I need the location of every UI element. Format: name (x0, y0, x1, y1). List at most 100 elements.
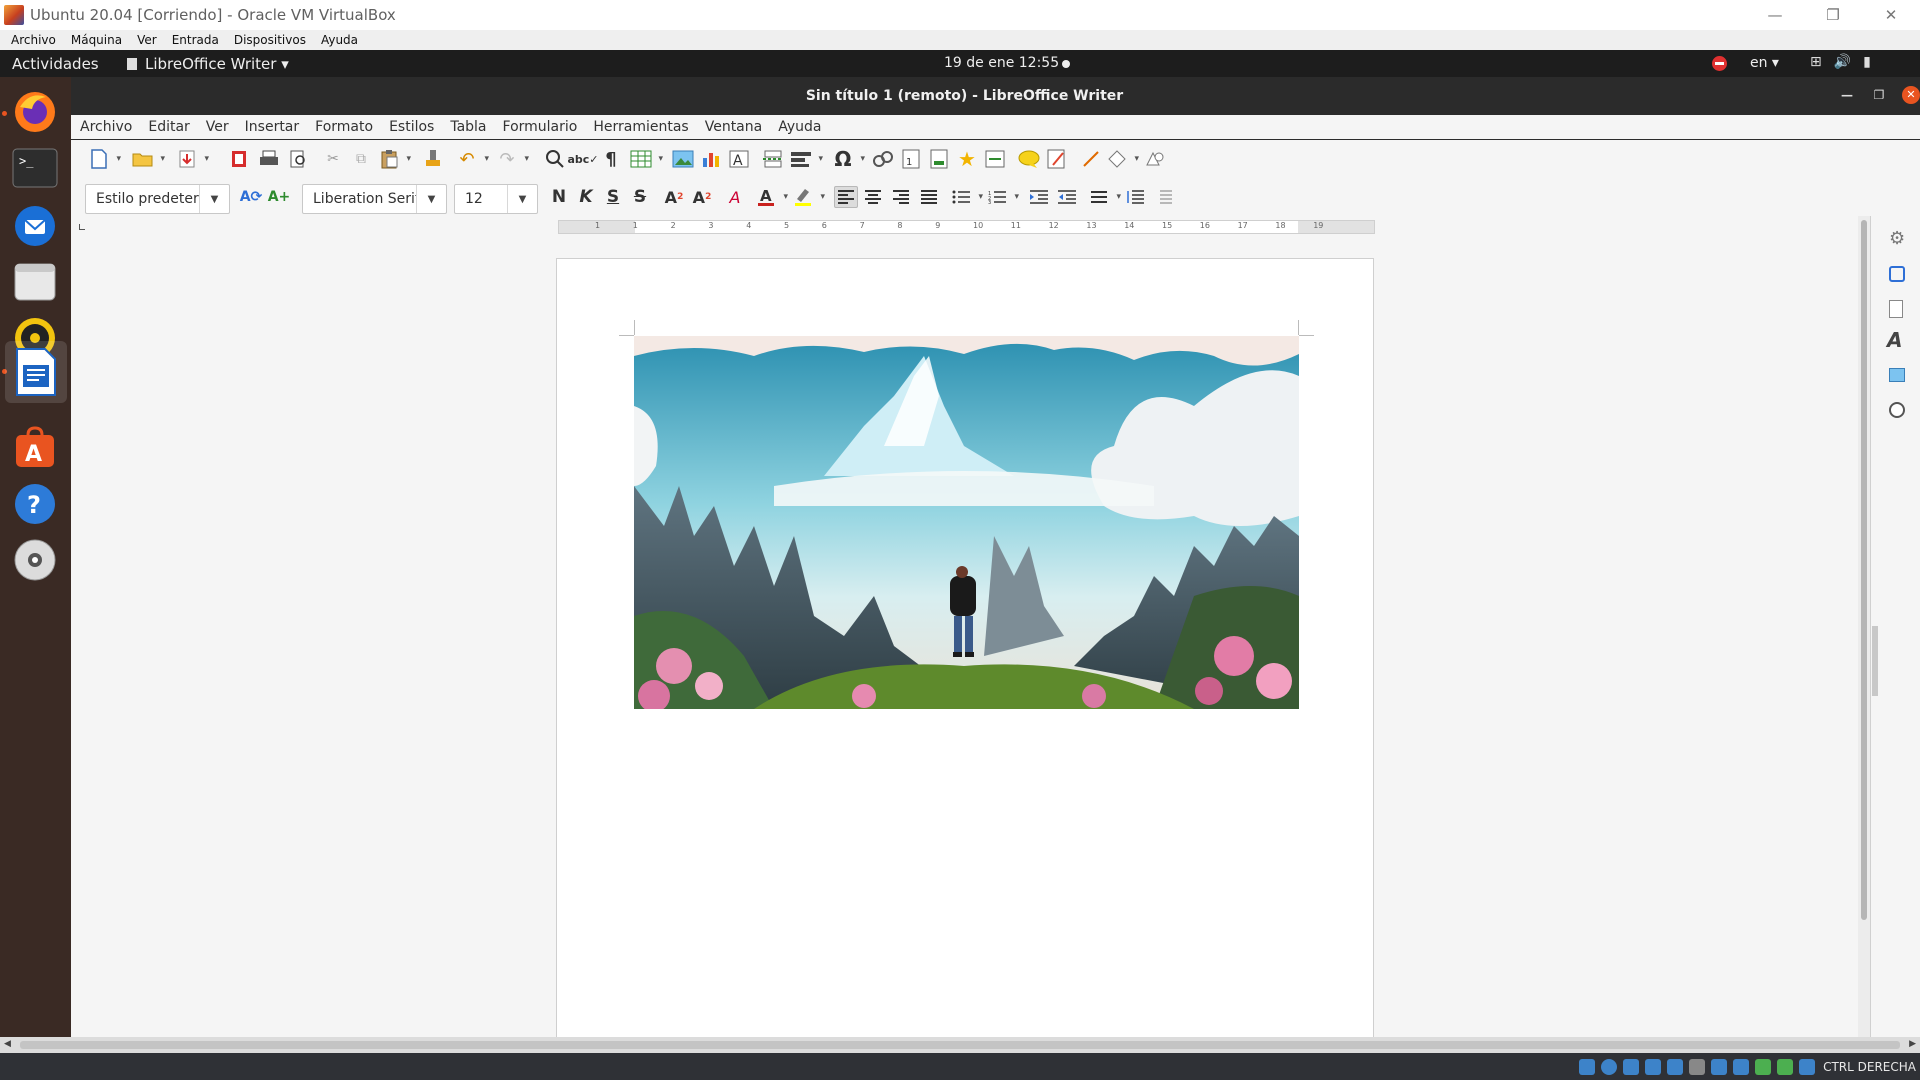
audio-icon[interactable] (1623, 1058, 1640, 1075)
sidebar-styles-icon[interactable]: A (1887, 328, 1902, 352)
update-style-icon[interactable]: A⟳ (239, 186, 263, 208)
scrollbar-thumb[interactable] (20, 1041, 1900, 1049)
thunderbird-icon[interactable] (10, 201, 60, 251)
help-icon[interactable]: ? (10, 479, 60, 529)
line-spacing-icon[interactable] (1087, 186, 1121, 208)
menu-formulario[interactable]: Formulario (503, 119, 578, 135)
align-right-icon[interactable] (889, 186, 913, 208)
font-color-icon[interactable]: A (754, 186, 788, 208)
menu-tabla[interactable]: Tabla (450, 119, 486, 135)
optical-drive-icon[interactable] (1601, 1058, 1618, 1075)
italic-icon[interactable]: K (574, 186, 598, 208)
redo-icon[interactable]: ↷ (495, 148, 529, 170)
font-size-combo[interactable]: 12 ▼ (454, 184, 538, 214)
vbox-menu-dispositivos[interactable]: Dispositivos (234, 33, 306, 47)
export-pdf-icon[interactable] (227, 148, 251, 170)
basic-shapes-icon[interactable] (1105, 148, 1139, 170)
chevron-down-icon[interactable]: ▼ (199, 185, 229, 213)
cpu-activity-icon[interactable] (1777, 1058, 1794, 1075)
insert-cross-reference-icon[interactable] (983, 148, 1007, 170)
guest-additions-icon[interactable] (1755, 1058, 1772, 1075)
paragraph-style-combo[interactable]: Estilo predeterminado ▼ (85, 184, 230, 214)
software-icon[interactable]: A (10, 423, 60, 473)
writer-close-button[interactable]: ✕ (1902, 86, 1920, 104)
firefox-icon[interactable] (10, 87, 60, 137)
tab-stop-type-icon[interactable] (79, 224, 85, 230)
files-icon[interactable] (10, 257, 60, 307)
insert-page-break-icon[interactable] (761, 148, 785, 170)
chevron-down-icon[interactable]: ▼ (416, 185, 446, 213)
sidebar-page-icon[interactable] (1889, 300, 1903, 318)
draw-functions-icon[interactable] (1143, 148, 1167, 170)
formatting-marks-icon[interactable]: ¶ (599, 148, 623, 170)
network-adapter-icon[interactable] (1645, 1058, 1662, 1075)
justify-icon[interactable] (917, 186, 941, 208)
horizontal-ruler[interactable]: 1 1 2 3 4 5 6 7 8 9 10 11 12 13 14 15 16 17 18 19 (558, 220, 1375, 234)
menu-ayuda[interactable]: Ayuda (778, 119, 821, 135)
sidebar-settings-icon[interactable]: ⚙ (1889, 228, 1905, 249)
vbox-menu-maquina[interactable]: Máquina (71, 33, 122, 47)
insert-bookmark-icon[interactable]: ★ (955, 147, 979, 171)
new-style-icon[interactable]: A+ (267, 186, 291, 208)
numbered-list-icon[interactable]: 123 (985, 186, 1019, 208)
bullet-list-icon[interactable] (949, 186, 983, 208)
decrease-paragraph-spacing-icon[interactable] (1151, 186, 1175, 208)
mouse-integration-icon[interactable] (1799, 1058, 1816, 1075)
insert-image-icon[interactable] (671, 148, 695, 170)
hard-disk-icon[interactable] (1579, 1058, 1596, 1075)
paste-icon[interactable] (377, 148, 411, 170)
open-folder-icon[interactable] (131, 148, 165, 170)
insert-chart-icon[interactable] (699, 148, 723, 170)
clock[interactable]: 19 de ene 12:55 (944, 55, 1059, 71)
increase-indent-icon[interactable] (1027, 186, 1051, 208)
document-area[interactable] (71, 238, 1858, 1037)
horizontal-scrollbar[interactable]: ◀ ▶ (0, 1037, 1920, 1053)
clear-formatting-icon[interactable]: A (723, 186, 747, 208)
writer-icon[interactable] (5, 341, 67, 403)
scrollbar-thumb[interactable] (1861, 220, 1867, 920)
save-icon[interactable] (175, 148, 209, 170)
insert-table-icon[interactable] (629, 148, 663, 170)
insert-textbox-icon[interactable]: A (727, 148, 751, 170)
chevron-down-icon[interactable]: ▼ (507, 185, 537, 213)
display-icon[interactable] (1711, 1058, 1728, 1075)
bold-icon[interactable]: N (547, 186, 571, 208)
menu-herramientas[interactable]: Herramientas (593, 119, 688, 135)
menu-insertar[interactable]: Insertar (245, 119, 300, 135)
writer-maximize-button[interactable]: ❐ (1870, 88, 1888, 102)
terminal-icon[interactable]: >_ (10, 143, 60, 193)
sidebar-navigator-icon[interactable] (1889, 402, 1905, 418)
track-changes-icon[interactable] (1045, 148, 1069, 170)
find-replace-icon[interactable] (543, 148, 567, 170)
menu-ver[interactable]: Ver (206, 119, 229, 135)
scroll-right-icon[interactable]: ▶ (1909, 1039, 1916, 1049)
insert-line-icon[interactable] (1079, 148, 1103, 170)
vertical-scrollbar[interactable] (1858, 216, 1870, 1037)
new-document-icon[interactable] (87, 148, 121, 170)
scroll-left-icon[interactable]: ◀ (4, 1039, 11, 1049)
activities-button[interactable]: Actividades (12, 55, 99, 73)
insert-endnote-icon[interactable] (927, 148, 951, 170)
insert-hyperlink-icon[interactable] (871, 148, 895, 170)
increase-paragraph-spacing-icon[interactable] (1123, 186, 1147, 208)
highlight-color-icon[interactable] (791, 186, 825, 208)
page[interactable] (556, 258, 1374, 1037)
print-icon[interactable] (257, 148, 281, 170)
special-character-icon[interactable]: Ω (831, 147, 865, 171)
inserted-image[interactable] (634, 336, 1299, 709)
insert-comment-icon[interactable] (1017, 148, 1041, 170)
insert-footnote-icon[interactable]: 1 (899, 148, 923, 170)
undo-icon[interactable]: ↶ (455, 148, 489, 170)
copy-icon[interactable]: ⧉ (349, 148, 373, 170)
language-selector[interactable]: en ▾ (1750, 55, 1779, 71)
writer-minimize-button[interactable]: — (1838, 88, 1856, 102)
recording-icon[interactable] (1733, 1058, 1750, 1075)
app-menu[interactable]: LibreOffice Writer ▾ (127, 55, 289, 73)
strikethrough-icon[interactable]: S (628, 186, 652, 208)
superscript-icon[interactable]: A2 (662, 186, 686, 208)
cut-icon[interactable]: ✂ (321, 148, 345, 170)
close-button[interactable]: ✕ (1862, 0, 1920, 30)
shared-folders-icon[interactable] (1689, 1058, 1706, 1075)
usb-icon[interactable] (1667, 1058, 1684, 1075)
clone-formatting-icon[interactable] (421, 148, 445, 170)
